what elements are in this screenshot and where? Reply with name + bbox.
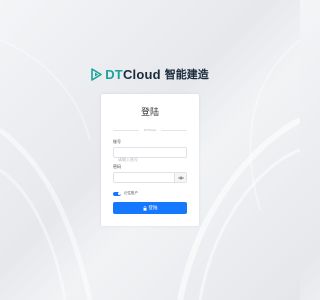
brand-logo: DTCloud 智能建造	[0, 66, 300, 82]
password-input[interactable]	[114, 180, 176, 189]
login-card: 登陆 DTCloud 账号 密码 记住账户 登陆	[101, 94, 199, 226]
brand-name-rest: Cloud	[122, 66, 161, 82]
eye-icon	[177, 176, 184, 179]
password-field[interactable]	[113, 172, 187, 189]
account-label: 账号	[113, 139, 121, 144]
remember-account[interactable]: 记住账户	[113, 191, 138, 196]
password-label: 密码	[113, 164, 121, 169]
remember-label: 记住账户	[124, 191, 138, 195]
toggle-knob	[117, 192, 121, 195]
divider-line-right	[161, 130, 187, 131]
login-title: 登陆	[140, 108, 159, 118]
dtcloud-logo-icon	[91, 67, 103, 81]
brand-name-accent: DT	[105, 66, 123, 82]
brand-name: DTCloud	[105, 67, 161, 82]
account-input[interactable]	[114, 155, 186, 164]
account-field[interactable]	[113, 147, 187, 164]
login-button-label: 登陆	[148, 206, 158, 211]
lock-icon	[143, 205, 146, 211]
show-password-button[interactable]	[174, 173, 186, 182]
brand-name-cn: 智能建造	[164, 68, 209, 81]
login-button[interactable]: 登陆	[113, 202, 187, 214]
remember-toggle[interactable]	[113, 191, 121, 196]
title-divider: DTCloud	[113, 128, 187, 133]
